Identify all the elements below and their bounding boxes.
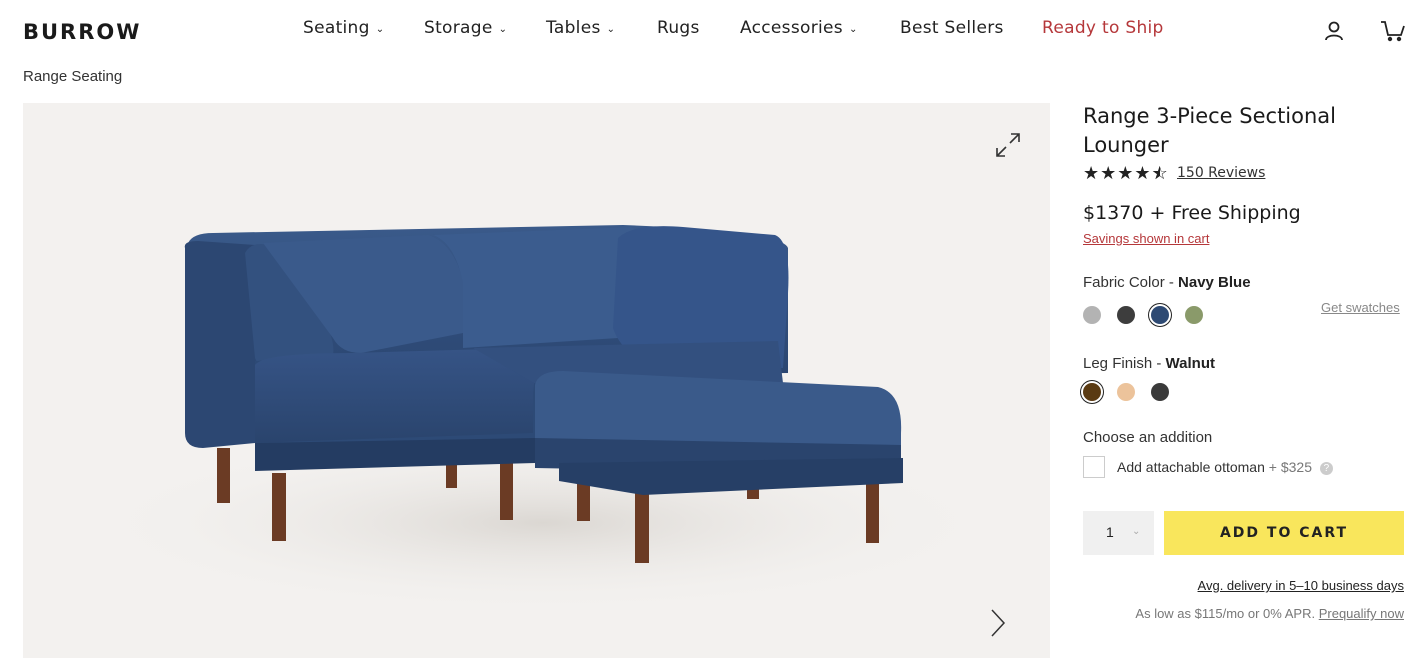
fabric-label-text: Fabric Color - bbox=[1083, 274, 1179, 291]
shipping-note: + Free Shipping bbox=[1149, 202, 1301, 224]
add-to-cart-button[interactable]: ADD TO CART bbox=[1164, 511, 1404, 555]
nav-tables[interactable]: Tables ⌄ bbox=[546, 18, 615, 38]
nav-storage-label: Storage bbox=[424, 18, 493, 38]
leg-swatch[interactable] bbox=[1117, 383, 1135, 401]
leg-label-text: Leg Finish - bbox=[1083, 355, 1166, 372]
fabric-color-label: Fabric Color - Navy Blue bbox=[1083, 274, 1251, 291]
price: $1370 bbox=[1083, 202, 1144, 224]
star-icon: ★ bbox=[1083, 163, 1100, 183]
nav-accessories[interactable]: Accessories ⌄ bbox=[740, 18, 858, 38]
financing-note: As low as $115/mo or 0% APR. Prequalify … bbox=[1135, 606, 1404, 621]
prequalify-link[interactable]: Prequalify now bbox=[1319, 606, 1404, 621]
get-swatches-link[interactable]: Get swatches bbox=[1321, 300, 1400, 315]
fabric-swatch[interactable] bbox=[1083, 306, 1101, 324]
half-star-icon: ★☆ bbox=[1151, 163, 1168, 183]
quantity-select[interactable]: 1 ⌄ bbox=[1083, 511, 1154, 555]
expand-icon[interactable] bbox=[994, 131, 1022, 159]
leg-finish-label: Leg Finish - Walnut bbox=[1083, 355, 1215, 372]
nav-best-sellers[interactable]: Best Sellers bbox=[900, 18, 1004, 38]
leg-selected: Walnut bbox=[1165, 355, 1215, 372]
leg-swatch[interactable] bbox=[1083, 383, 1101, 401]
leg-swatch[interactable] bbox=[1151, 383, 1169, 401]
product-image bbox=[23, 103, 1050, 658]
fabric-swatch[interactable] bbox=[1151, 306, 1169, 324]
ottoman-option[interactable]: Add attachable ottoman + $325 ? bbox=[1117, 459, 1333, 475]
nav-rugs-label: Rugs bbox=[657, 18, 700, 38]
nav-ready-to-ship[interactable]: Ready to Ship bbox=[1042, 18, 1164, 38]
chevron-down-icon: ⌄ bbox=[1132, 526, 1141, 537]
star-icon: ★ bbox=[1117, 163, 1134, 183]
next-image-arrow-icon[interactable] bbox=[990, 608, 1006, 638]
addition-label: Choose an addition bbox=[1083, 429, 1213, 446]
fabric-swatch[interactable] bbox=[1185, 306, 1203, 324]
chevron-down-icon: ⌄ bbox=[606, 23, 616, 35]
cart-icon[interactable] bbox=[1380, 20, 1405, 44]
star-rating[interactable]: ★ ★ ★ ★ ★☆ bbox=[1083, 163, 1168, 184]
nav-tables-label: Tables bbox=[546, 18, 601, 38]
product-title: Range 3-Piece Sectional Lounger bbox=[1083, 104, 1336, 157]
star-icon: ★ bbox=[1134, 163, 1151, 183]
price-line: $1370 + Free Shipping bbox=[1083, 202, 1301, 224]
main-nav: Seating ⌄ Storage ⌄ Tables ⌄ Rugs Access… bbox=[0, 18, 1428, 48]
fabric-selected: Navy Blue bbox=[1178, 274, 1251, 291]
account-icon[interactable] bbox=[1323, 20, 1347, 44]
nav-ready-to-ship-label: Ready to Ship bbox=[1042, 18, 1164, 38]
delivery-link[interactable]: Avg. delivery in 5–10 business days bbox=[1198, 578, 1404, 593]
ottoman-label: Add attachable ottoman bbox=[1117, 459, 1265, 475]
help-icon[interactable]: ? bbox=[1319, 462, 1333, 475]
financing-text: As low as $115/mo or 0% APR. bbox=[1135, 606, 1316, 621]
chevron-down-icon: ⌄ bbox=[375, 23, 385, 35]
nav-rugs[interactable]: Rugs bbox=[657, 18, 700, 38]
reviews-link[interactable]: 150 Reviews bbox=[1177, 165, 1265, 181]
nav-best-sellers-label: Best Sellers bbox=[900, 18, 1004, 38]
savings-link[interactable]: Savings shown in cart bbox=[1083, 231, 1209, 246]
sofa-illustration bbox=[83, 225, 1003, 613]
ottoman-checkbox[interactable] bbox=[1083, 456, 1105, 478]
chevron-down-icon: ⌄ bbox=[848, 23, 858, 35]
nav-seating[interactable]: Seating ⌄ bbox=[303, 18, 384, 38]
quantity-value: 1 bbox=[1106, 524, 1114, 540]
nav-storage[interactable]: Storage ⌄ bbox=[424, 18, 507, 38]
star-icon: ★ bbox=[1100, 163, 1117, 183]
chevron-down-icon: ⌄ bbox=[498, 23, 508, 35]
fabric-swatch[interactable] bbox=[1117, 306, 1135, 324]
nav-seating-label: Seating bbox=[303, 18, 370, 38]
ottoman-price: + $325 bbox=[1268, 459, 1312, 475]
breadcrumb[interactable]: Range Seating bbox=[23, 68, 122, 85]
nav-accessories-label: Accessories bbox=[740, 18, 843, 38]
